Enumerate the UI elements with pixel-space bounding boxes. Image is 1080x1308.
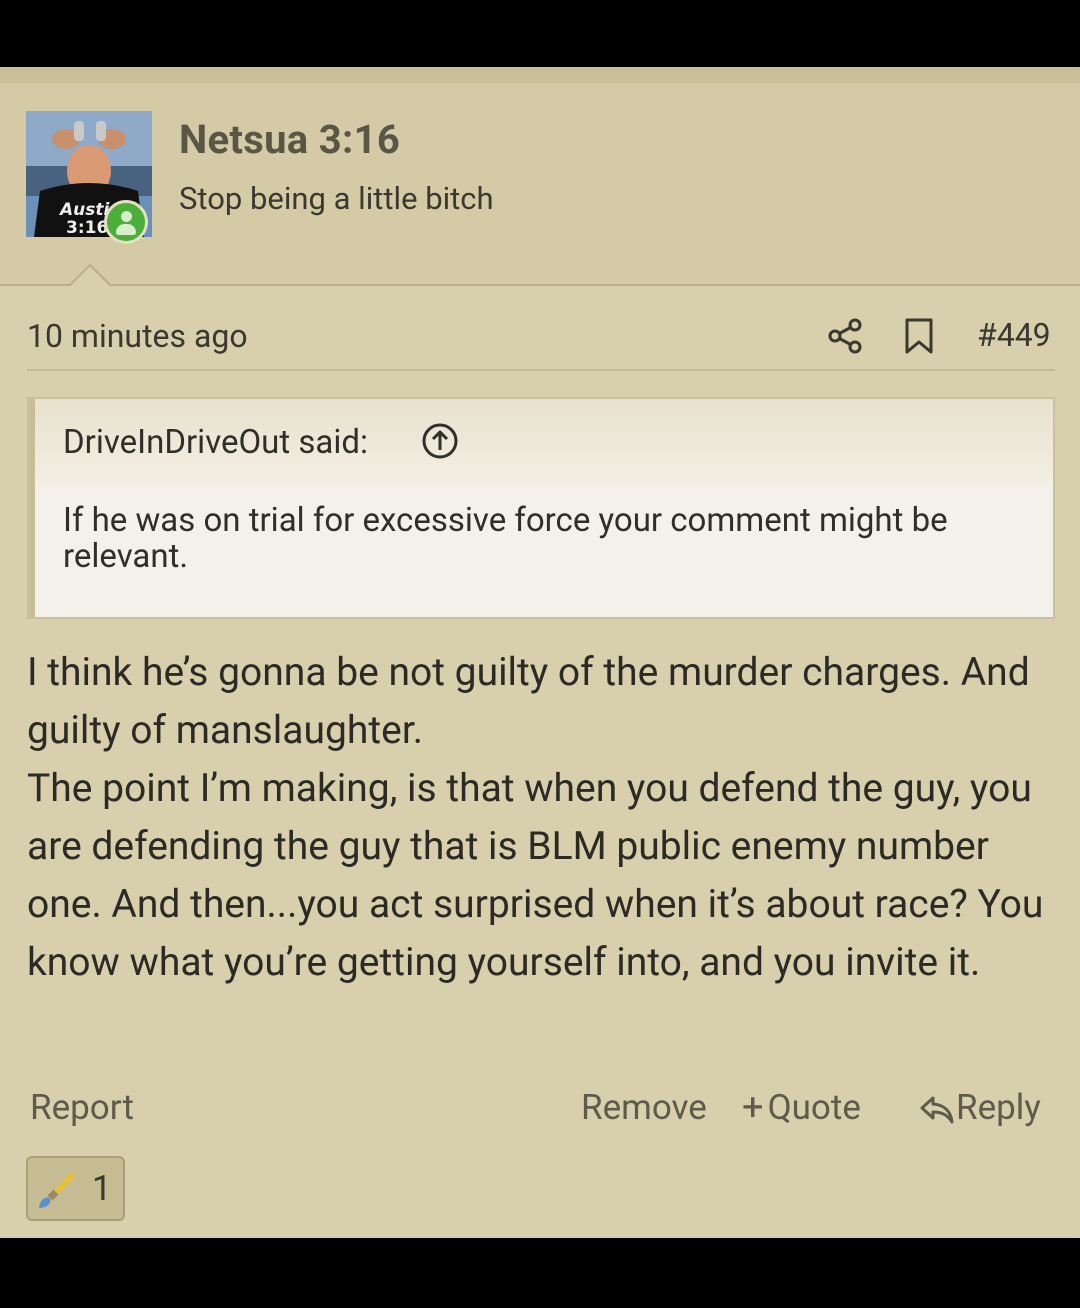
reply-button[interactable]: Reply <box>918 1087 1041 1128</box>
header-divider <box>0 284 1080 286</box>
post-body: I think he’s gonna be not guilty of the … <box>27 649 1044 985</box>
remove-button[interactable]: Remove <box>581 1087 707 1128</box>
quote-button-label: Quote <box>767 1087 861 1128</box>
top-strip <box>0 67 1080 83</box>
forum-post: Austin 3:16 Netsua 3:16 Stop being a lit… <box>0 83 1080 1238</box>
header-notch <box>66 262 112 286</box>
online-status-icon <box>104 200 148 244</box>
reply-button-label: Reply <box>956 1087 1041 1128</box>
quote-author[interactable]: DriveInDriveOut said: <box>63 423 368 462</box>
user-title: Stop being a little bitch <box>179 180 494 217</box>
paintbrush-icon <box>39 1173 75 1208</box>
post-timestamp[interactable]: 10 minutes ago <box>27 317 248 355</box>
meta-divider <box>27 369 1055 371</box>
quote-block: DriveInDriveOut said: If he was on trial… <box>27 397 1055 619</box>
post-number[interactable]: #449 <box>977 316 1051 354</box>
arrow-up-circle-icon[interactable] <box>421 422 459 460</box>
reaction-count: 1 <box>92 1168 112 1209</box>
post-header: Austin 3:16 Netsua 3:16 Stop being a lit… <box>0 83 1080 285</box>
navigation-bar <box>0 1238 1080 1308</box>
quote-header: DriveInDriveOut said: <box>35 399 1053 485</box>
status-bar <box>0 0 1080 67</box>
reply-icon <box>920 1096 954 1124</box>
quote-text: If he was on trial for excessive force y… <box>63 501 948 576</box>
avatar-text-316: 3:16 <box>66 218 108 237</box>
quote-button[interactable]: + Quote <box>742 1085 861 1132</box>
username[interactable]: Netsua 3:16 <box>179 116 400 163</box>
bookmark-icon[interactable] <box>902 317 936 355</box>
share-icon[interactable] <box>826 317 864 355</box>
plus-icon: + <box>742 1085 764 1130</box>
report-button[interactable]: Report <box>30 1087 134 1128</box>
reaction-badge[interactable]: 1 <box>26 1156 125 1221</box>
